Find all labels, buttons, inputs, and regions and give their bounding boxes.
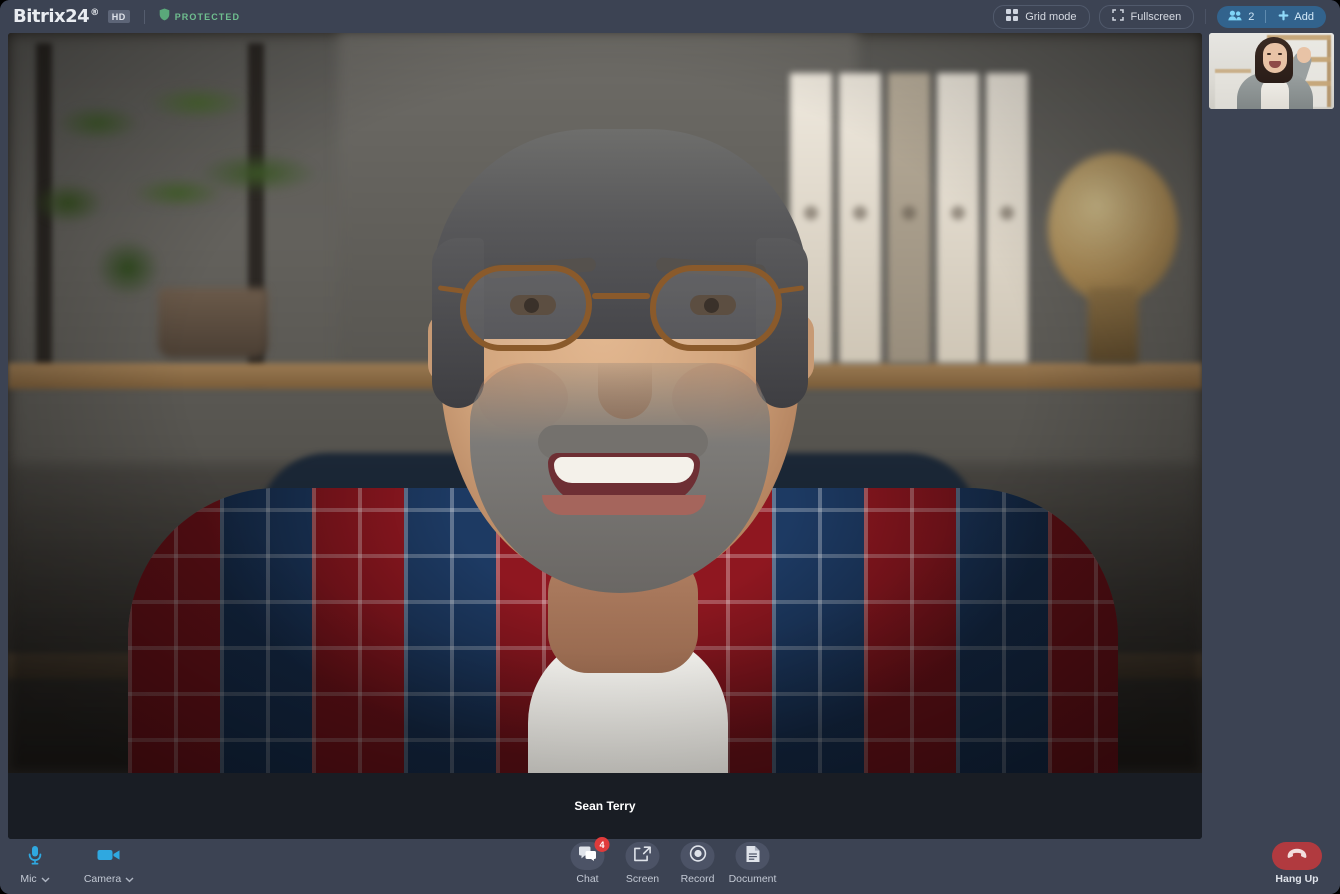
main-speaker-tile[interactable]: Sean Terry [8,33,1202,839]
add-label: Add [1294,11,1314,23]
document-button[interactable]: Document [727,842,779,885]
chevron-down-icon[interactable] [125,870,134,888]
header-right-divider [1205,9,1206,24]
document-button-surface [736,842,770,870]
participants-count-button[interactable]: 2 [1217,6,1265,28]
camera-label-row: Camera [84,870,134,888]
thumbnail-person-eye-right [1278,53,1282,55]
header-right-group: Grid mode Fullscreen [993,5,1340,29]
microphone-icon [27,842,43,868]
hd-quality-badge: HD [108,10,130,23]
hangup-label: Hang Up [1275,873,1318,885]
hangup-button[interactable] [1272,842,1322,870]
toolbar-left-group: Mic Camera [10,842,140,888]
hangup-phone-icon [1286,847,1308,865]
document-label: Document [729,873,777,885]
bitrix24-logo: Bitrix24 ® [13,8,99,26]
chevron-down-icon[interactable] [41,870,50,888]
grid-icon [1006,9,1018,24]
chat-button-surface: 4 [571,842,605,870]
fullscreen-button[interactable]: Fullscreen [1099,5,1195,29]
document-icon [745,845,760,868]
header-left-group: Bitrix24 ® HD PROTECTED [0,8,240,26]
protected-status: PROTECTED [159,8,240,26]
expand-icon [1112,9,1124,24]
record-button[interactable]: Record [672,842,724,885]
mic-label-row: Mic [20,870,49,888]
logo-registered-mark: ® [90,9,99,18]
camera-label: Camera [84,873,121,885]
video-scene [8,33,1202,773]
hangup-control[interactable]: Hang Up [1266,842,1328,885]
app-header: Bitrix24 ® HD PROTECTED [0,0,1340,33]
grid-mode-button[interactable]: Grid mode [993,5,1089,29]
logo-text: Bitrix24 [13,8,89,26]
main-speaker-name-bar: Sean Terry [8,773,1202,839]
participants-pill: 2 Add [1217,6,1326,28]
main-speaker-video [8,33,1202,773]
scene-vignette [8,33,1202,773]
add-participant-button[interactable]: Add [1266,6,1326,28]
chat-unread-badge: 4 [595,837,610,852]
chat-label: Chat [576,873,598,885]
participant-thumbnail[interactable] [1209,33,1334,109]
chat-bubbles-icon [579,846,597,866]
screen-share-label: Screen [626,873,659,885]
plus-icon [1278,10,1289,24]
record-label: Record [681,873,715,885]
screen-share-button-surface [626,842,660,870]
mic-label: Mic [20,873,36,885]
record-button-surface [681,842,715,870]
fullscreen-label: Fullscreen [1131,11,1182,23]
people-icon [1228,10,1242,24]
video-stage: Sean Terry [0,33,1340,839]
chat-button[interactable]: 4 Chat [562,842,614,885]
record-dot-icon [689,845,706,867]
shield-icon [159,8,170,26]
participant-thumbnail-column [1209,33,1334,839]
thumbnail-person-eye-left [1267,53,1271,55]
mic-control[interactable]: Mic [10,842,60,888]
camera-icon [97,842,121,868]
protected-label: PROTECTED [175,12,240,22]
camera-control[interactable]: Camera [78,842,140,888]
thumbnail-person-face [1263,43,1287,73]
bitrix24-video-call-window: Bitrix24 ® HD PROTECTED [0,0,1340,894]
participants-count: 2 [1248,11,1254,23]
header-divider [144,10,145,24]
grid-mode-label: Grid mode [1025,11,1076,23]
screen-share-icon [634,846,652,867]
main-speaker-name: Sean Terry [574,799,635,813]
thumbnail-video-scene [1209,33,1334,109]
call-control-toolbar: Mic Camera [0,839,1340,894]
screen-share-button[interactable]: Screen [617,842,669,885]
toolbar-center-group: 4 Chat Screen [562,842,779,885]
thumbnail-person-hand [1297,47,1311,63]
